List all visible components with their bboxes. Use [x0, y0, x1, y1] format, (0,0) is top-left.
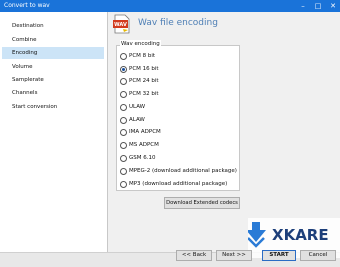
radio-button[interactable]: [120, 181, 127, 188]
radio-label: PCM 24 bit: [129, 78, 159, 84]
sidebar-item-encoding[interactable]: Encoding: [2, 47, 104, 59]
encoding-group-label: Wav encoding: [120, 40, 161, 48]
radio-label: MS ADPCM: [129, 142, 159, 148]
maximize-button[interactable]: □: [311, 0, 325, 12]
sidebar-item-start-conversion[interactable]: Start conversion: [2, 101, 104, 113]
download-codecs-button[interactable]: Download Extended codecs: [164, 197, 240, 209]
radio-label: ULAW: [129, 104, 146, 110]
start-button[interactable]: START: [262, 250, 296, 261]
title-bar: Convert to wav – □ ✕: [0, 0, 340, 12]
radio-ms-adpcm[interactable]: MS ADPCM: [120, 141, 238, 150]
radio-ima-adpcm[interactable]: IMA ADPCM: [120, 128, 238, 137]
radio-label: ALAW: [129, 117, 145, 123]
radio-mpeg-2[interactable]: MPEG-2 (download additional package): [120, 167, 238, 176]
radio-button[interactable]: [120, 142, 127, 149]
close-button[interactable]: ✕: [326, 0, 340, 12]
radio-button[interactable]: [120, 104, 127, 111]
sidebar-item-combine[interactable]: Combine: [2, 34, 104, 46]
sidebar: Destination Combine Encoding Volume Samp…: [0, 12, 108, 252]
radio-button[interactable]: [120, 91, 127, 98]
page-title: Wav file encoding: [138, 18, 218, 28]
wav-file-icon: WAV: [113, 14, 130, 34]
sidebar-item-volume[interactable]: Volume: [2, 61, 104, 73]
back-button[interactable]: << Back: [176, 250, 212, 261]
radio-button[interactable]: [120, 78, 127, 85]
radio-button[interactable]: [120, 155, 127, 162]
radio-label: MP3 (download additional package): [129, 181, 228, 187]
radio-ulaw[interactable]: ULAW: [120, 103, 238, 112]
radio-pcm-32[interactable]: PCM 32 bit: [120, 90, 238, 99]
radio-mp3[interactable]: MP3 (download additional package): [120, 180, 238, 189]
radio-button[interactable]: [120, 53, 127, 60]
sidebar-item-destination[interactable]: Destination: [2, 20, 104, 32]
xkare-logo-text: XKARE: [272, 226, 329, 244]
radio-label: GSM 6.10: [129, 155, 156, 161]
radio-alaw[interactable]: ALAW: [120, 116, 238, 125]
window-title: Convert to wav: [4, 2, 50, 9]
radio-pcm-8[interactable]: PCM 8 bit: [120, 52, 238, 61]
radio-button[interactable]: [120, 117, 127, 124]
minimize-button[interactable]: –: [296, 0, 310, 12]
radio-pcm-16[interactable]: PCM 16 bit: [120, 65, 238, 74]
radio-button[interactable]: [120, 129, 127, 136]
radio-label: PCM 8 bit: [129, 53, 156, 59]
radio-pcm-24[interactable]: PCM 24 bit: [120, 77, 238, 86]
radio-button[interactable]: [120, 168, 127, 175]
radio-label: IMA ADPCM: [129, 129, 161, 135]
radio-label: PCM 32 bit: [129, 91, 159, 97]
wav-icon-label: WAV: [114, 22, 127, 28]
sidebar-item-samplerate[interactable]: Samplerate: [2, 74, 104, 86]
radio-label: PCM 16 bit: [129, 66, 159, 72]
sidebar-item-channels[interactable]: Channels: [2, 87, 104, 99]
next-button[interactable]: Next >>: [216, 250, 252, 261]
radio-label: MPEG-2 (download additional package): [129, 168, 237, 174]
radio-gsm-610[interactable]: GSM 6.10: [120, 154, 238, 163]
radio-button-selected[interactable]: [120, 66, 127, 73]
cancel-button[interactable]: Cancel: [300, 250, 336, 261]
